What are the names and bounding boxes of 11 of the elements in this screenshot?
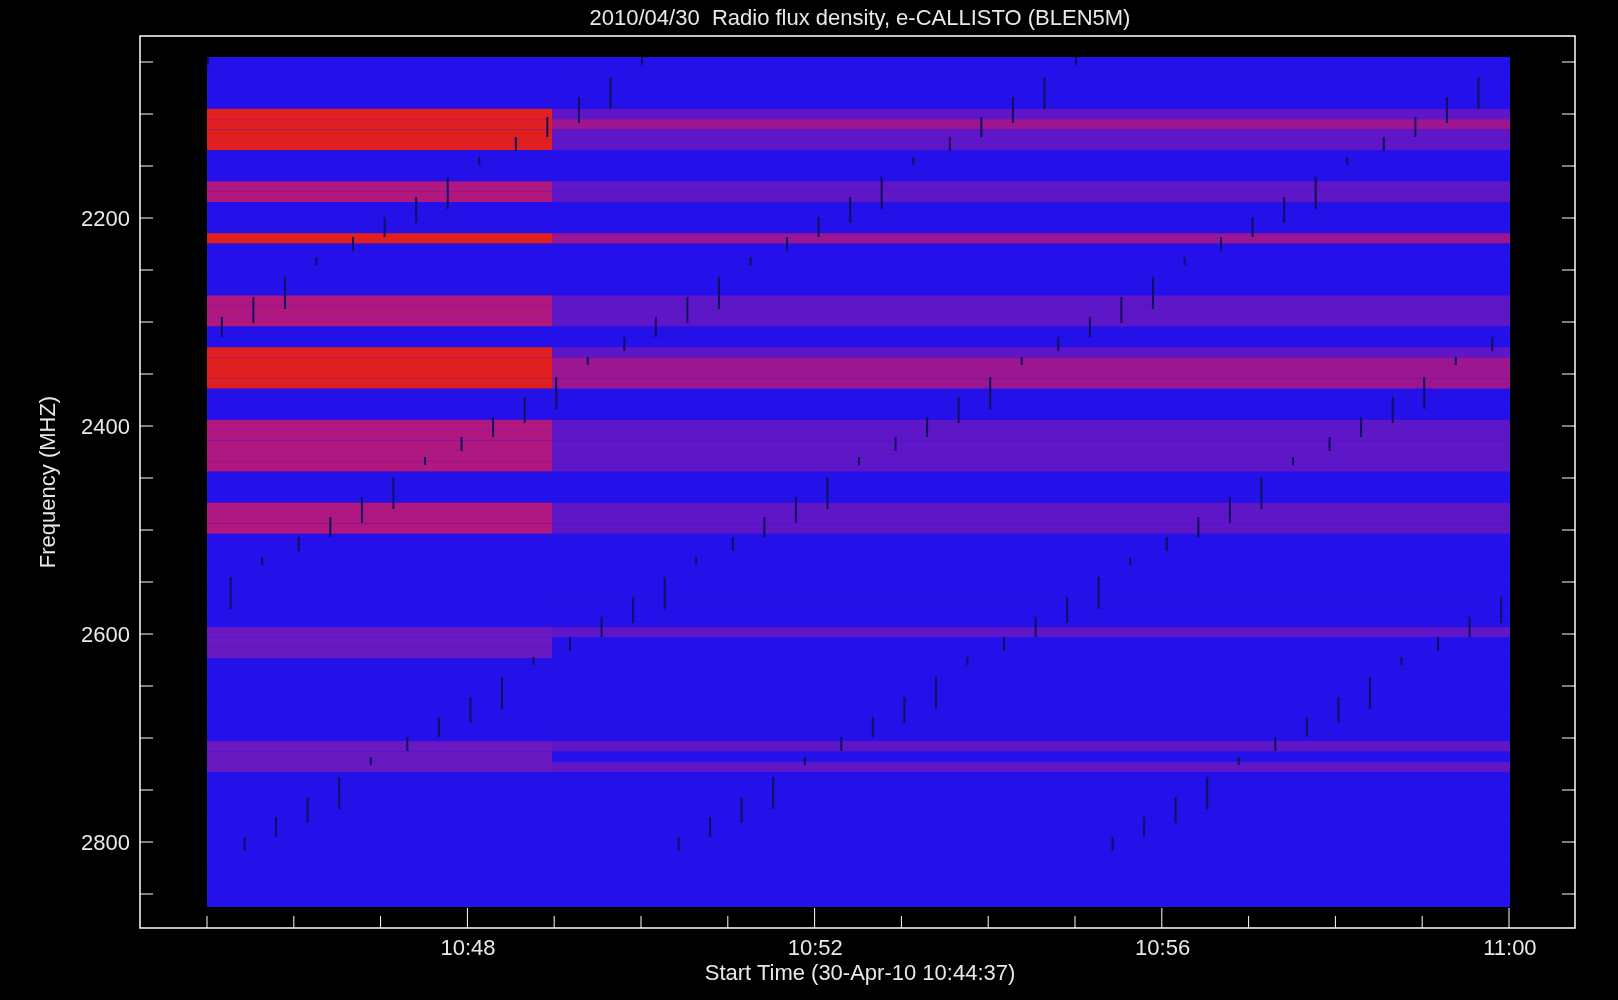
y-tick-label: 2400	[81, 414, 130, 439]
x-axis-label: Start Time (30-Apr-10 10:44:37)	[704, 960, 1016, 985]
y-tick-label: 2800	[81, 830, 130, 855]
y-tick-label: 2600	[81, 622, 130, 647]
x-tick-label: 10:52	[787, 935, 843, 960]
y-tick-label: 2200	[81, 206, 130, 231]
x-tick-label: 10:56	[1135, 935, 1191, 960]
x-tick-label: 10:48	[440, 935, 496, 960]
plot-title: 2010/04/30 Radio flux density, e-CALLISTO (BLEN5M)	[589, 5, 1131, 30]
x-tick-label: 11:00	[1483, 935, 1537, 960]
y-axis-label: Frequency (MHZ)	[35, 395, 60, 569]
